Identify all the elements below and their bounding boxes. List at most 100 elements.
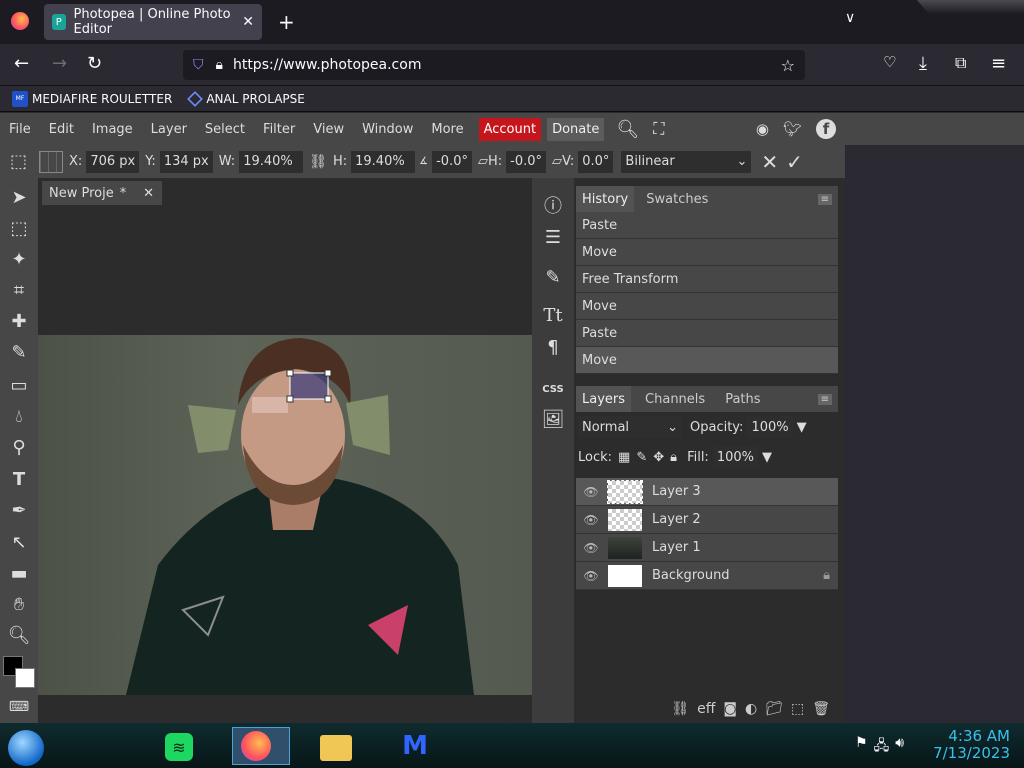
adjustments-icon[interactable]: ☰ <box>542 226 564 248</box>
blend-mode-select[interactable]: Normal ⌄ <box>578 416 682 438</box>
close-tab-icon[interactable]: ✕ <box>242 14 254 30</box>
lock-all-icon[interactable]: 🔒︎ <box>670 450 677 465</box>
url-bar[interactable]: ⛉ 🔒︎ https://www.photopea.com ☆ <box>183 50 805 80</box>
lock-pixels-icon[interactable]: ✎ <box>636 450 647 465</box>
cancel-transform-icon[interactable]: ✕ <box>761 150 778 174</box>
history-item[interactable]: Free Transform <box>576 266 838 293</box>
bookmark-second[interactable]: ANAL PROLAPSE <box>187 90 305 107</box>
menu-window[interactable]: Window <box>353 122 422 137</box>
visibility-eye-icon[interactable]: 👁︎ <box>576 485 606 499</box>
volume-icon[interactable]: 🔊︎ <box>895 735 904 759</box>
flag-icon[interactable]: ⚑ <box>855 735 868 759</box>
panel-menu-icon[interactable]: ≡ <box>817 393 832 405</box>
menu-view[interactable]: View <box>304 122 353 137</box>
layer-name[interactable]: Layer 2 <box>652 512 701 527</box>
delete-layer-icon[interactable]: 🗑︎ <box>812 701 830 717</box>
lock-position-icon[interactable]: ✥ <box>653 450 664 465</box>
skew-h-field[interactable]: -0.0° <box>506 150 546 173</box>
panel-menu-icon[interactable]: ≡ <box>817 193 832 205</box>
tab-channels[interactable]: Channels <box>639 392 711 407</box>
malwarebytes-icon[interactable]: M <box>398 731 432 761</box>
fill-field[interactable]: 100% <box>712 446 758 468</box>
new-tab-icon[interactable]: + <box>278 10 295 34</box>
start-orb-icon[interactable] <box>8 730 44 766</box>
layer-name[interactable]: Background <box>652 568 730 583</box>
blur-tool-icon[interactable]: 💧︎ <box>8 405 30 427</box>
image-icon[interactable]: 🖼︎ <box>542 408 565 430</box>
dodge-tool-icon[interactable]: ⚲ <box>8 436 30 458</box>
shape-tool-icon[interactable]: ▬ <box>8 562 30 584</box>
keyboard-icon[interactable]: ⌨ <box>8 696 30 718</box>
history-item[interactable]: Paste <box>576 212 838 239</box>
commit-transform-icon[interactable]: ✓ <box>786 150 803 174</box>
marquee-tool-icon[interactable]: ⬚ <box>8 217 30 239</box>
taskbar-clock[interactable]: 4:36 AM 7/13/2023 <box>930 728 1010 762</box>
menu-image[interactable]: Image <box>83 122 142 137</box>
info-icon[interactable]: ⓘ <box>542 194 564 217</box>
facebook-icon[interactable]: f <box>816 119 836 139</box>
gradient-tool-icon[interactable]: ▭ <box>8 374 30 396</box>
menu-edit[interactable]: Edit <box>40 122 83 137</box>
document-tab[interactable]: New Proje * ✕ <box>42 181 162 205</box>
path-select-tool-icon[interactable]: ↖ <box>8 531 30 553</box>
h-field[interactable]: 19.40% <box>351 150 416 173</box>
crop-tool-icon[interactable]: ⌗ <box>8 279 30 301</box>
visibility-eye-icon[interactable]: 👁︎ <box>576 513 606 527</box>
lock-transparency-icon[interactable]: ▦ <box>618 450 630 465</box>
layer-row[interactable]: 👁︎ Layer 1 <box>576 534 838 562</box>
interpolation-select[interactable]: Bilinear ⌄ <box>621 150 752 173</box>
zoom-tool-icon[interactable]: 🔍︎ <box>8 624 31 646</box>
pen-tool-icon[interactable]: ✒ <box>8 499 30 521</box>
forward-icon[interactable]: → <box>52 53 67 74</box>
layer-name[interactable]: Layer 1 <box>652 540 701 555</box>
layer-name[interactable]: Layer 3 <box>652 484 701 499</box>
layer-row[interactable]: 👁︎ Layer 3 <box>576 478 838 506</box>
tab-layers[interactable]: Layers <box>576 386 632 412</box>
tracking-shield-icon[interactable]: ⛉ <box>193 57 204 73</box>
visibility-eye-icon[interactable]: 👁︎ <box>576 541 606 555</box>
history-item[interactable]: Move <box>576 347 838 374</box>
close-document-icon[interactable]: ✕ <box>143 186 154 201</box>
menu-select[interactable]: Select <box>196 122 254 137</box>
back-icon[interactable]: ← <box>14 53 29 74</box>
reload-icon[interactable]: ↻ <box>87 53 102 74</box>
file-explorer-icon[interactable] <box>320 735 352 761</box>
opacity-field[interactable]: 100% <box>747 416 793 438</box>
healing-tool-icon[interactable]: ✚ <box>8 310 30 332</box>
menu-file[interactable]: File <box>0 122 40 137</box>
layer-mask-icon[interactable]: ◙ <box>723 701 737 717</box>
adjustment-layer-icon[interactable]: ◐ <box>745 701 757 717</box>
url-text[interactable]: https://www.photopea.com <box>233 57 422 73</box>
y-field[interactable]: 134 px <box>159 150 213 173</box>
reference-point-icon[interactable] <box>39 150 64 173</box>
canvas-image[interactable] <box>38 335 532 695</box>
hamburger-menu-icon[interactable]: ≡ <box>991 53 1006 74</box>
css-icon[interactable]: CSS <box>542 378 564 400</box>
skew-v-field[interactable]: 0.0° <box>578 150 614 173</box>
menu-layer[interactable]: Layer <box>142 122 196 137</box>
search-icon[interactable]: 🔍︎ <box>616 119 639 140</box>
magic-wand-tool-icon[interactable]: ✦ <box>8 248 30 270</box>
character-icon[interactable]: Tt <box>542 304 564 326</box>
move-tool-icon[interactable]: ➤ <box>8 186 30 208</box>
history-item[interactable]: Move <box>576 293 838 320</box>
twitter-icon[interactable]: 🐦︎ <box>783 120 802 138</box>
lock-icon[interactable]: 🔒︎ <box>216 57 223 73</box>
extensions-icon[interactable]: ⧉ <box>955 53 966 73</box>
bookmark-star-icon[interactable]: ☆ <box>781 56 795 75</box>
menu-filter[interactable]: Filter <box>254 122 304 137</box>
link-icon[interactable]: ⛓ <box>309 154 327 170</box>
reddit-icon[interactable]: ◉ <box>756 120 769 138</box>
pocket-icon[interactable]: ♡ <box>883 53 896 71</box>
donate-button[interactable]: Donate <box>547 117 605 141</box>
move-transform-icon[interactable]: ⬚ <box>10 151 27 172</box>
tab-swatches[interactable]: Swatches <box>640 192 714 207</box>
spotify-icon[interactable]: ≋ <box>165 733 193 761</box>
background-color-swatch[interactable] <box>15 668 35 688</box>
type-tool-icon[interactable]: T <box>8 468 30 490</box>
account-button[interactable]: Account <box>478 117 542 141</box>
chevron-down-icon[interactable]: ∨ <box>845 10 855 26</box>
browser-tab[interactable]: P Photopea | Online Photo Editor ✕ <box>44 4 262 40</box>
layer-effects-icon[interactable]: eff <box>697 701 715 717</box>
opacity-dropdown-icon[interactable]: ▼ <box>797 420 807 435</box>
